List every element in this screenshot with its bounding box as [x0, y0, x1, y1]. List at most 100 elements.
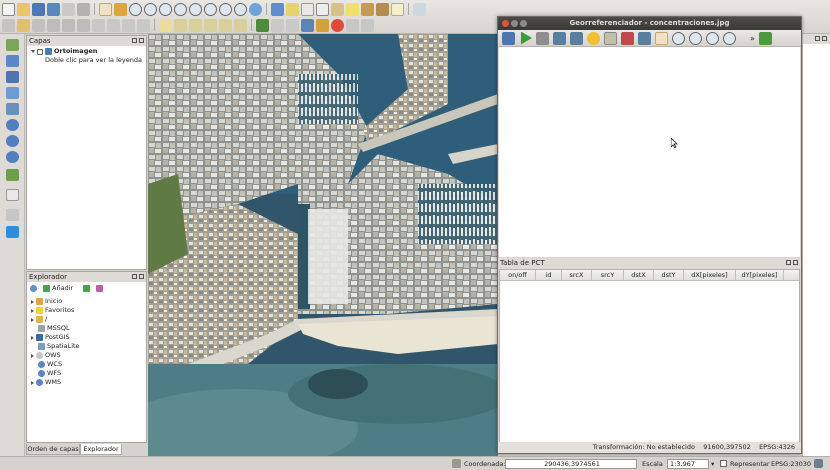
style-manager-icon[interactable] [286, 18, 299, 32]
expand-arrow-icon[interactable] [31, 317, 34, 322]
tab-browser[interactable]: Explorador [80, 444, 122, 455]
zoom-actual-size-icon[interactable] [159, 2, 172, 16]
python-console-icon[interactable] [256, 18, 269, 32]
col-header-onoff[interactable]: on/off [500, 270, 536, 280]
gcp-table[interactable]: on/off id srcX srcY dstX dstY dX[pixeles… [499, 269, 800, 451]
pin-labels-icon[interactable] [174, 18, 187, 32]
print-composer-icon[interactable] [62, 2, 75, 16]
browser-item-wcs[interactable]: WCS [38, 360, 62, 369]
float-panel-icon[interactable] [786, 260, 791, 265]
open-project-icon[interactable] [17, 2, 30, 16]
save-edits-icon[interactable] [32, 18, 45, 32]
close-panel-icon[interactable] [139, 38, 144, 43]
zoom-to-selection-icon[interactable] [189, 2, 202, 16]
add-wms-layer-icon[interactable] [6, 119, 19, 131]
render-checkbox[interactable] [720, 460, 727, 467]
add-button-label[interactable]: Añadir [52, 284, 73, 293]
maximize-window-icon[interactable] [520, 20, 527, 27]
gps-tools-icon[interactable] [6, 226, 19, 238]
link-georeferencer-icon[interactable] [758, 31, 772, 45]
add-point-icon[interactable] [604, 31, 617, 45]
zoom-last-icon[interactable] [219, 2, 232, 16]
show-hide-labels-icon[interactable] [189, 18, 202, 32]
layer-checkbox[interactable] [37, 48, 43, 55]
tab-layer-order[interactable]: Orden de capas [26, 444, 80, 455]
pan-hand-icon[interactable] [655, 31, 668, 45]
pan-hand-icon[interactable] [99, 2, 112, 16]
layer-item-ortoimagen[interactable]: Ortoimagen [31, 47, 97, 56]
layer-legend-hint[interactable]: Doble clic para ver la leyenda [45, 56, 142, 65]
pan-to-selection-icon[interactable] [114, 2, 127, 16]
scale-dropdown-icon[interactable]: ▾ [711, 459, 714, 469]
plugin-icon[interactable] [271, 18, 284, 32]
zoom-in-icon[interactable] [672, 31, 685, 45]
open-raster-icon[interactable] [502, 31, 515, 45]
col-header-dx-pixels[interactable]: dX[pixeles] [684, 270, 736, 280]
close-panel-icon[interactable] [793, 260, 798, 265]
georeferencer-title-bar[interactable]: Georreferenciador - concentraciones.jpg [498, 17, 801, 30]
add-selected-icon[interactable] [43, 285, 50, 292]
col-header-id[interactable]: id [536, 270, 562, 280]
zoom-next-icon[interactable] [234, 2, 247, 16]
zoom-last-icon[interactable] [723, 31, 736, 45]
move-feature-icon[interactable] [62, 18, 75, 32]
new-project-icon[interactable] [2, 2, 15, 16]
map-canvas[interactable] [148, 34, 498, 456]
save-project-icon[interactable] [32, 2, 45, 16]
add-raster-layer-icon[interactable] [6, 55, 19, 67]
save-gcp-points-icon[interactable] [570, 31, 583, 45]
delete-selected-icon[interactable] [92, 18, 105, 32]
zoom-out-icon[interactable] [689, 31, 702, 45]
add-feature-icon[interactable] [47, 18, 60, 32]
deselect-icon[interactable] [301, 2, 314, 16]
save-as-icon[interactable] [47, 2, 60, 16]
measure-line-icon[interactable] [331, 2, 344, 16]
paste-features-icon[interactable] [137, 18, 150, 32]
add-delimited-text-icon[interactable] [6, 169, 19, 181]
zoom-to-layer-icon[interactable] [204, 2, 217, 16]
zoom-out-icon[interactable] [144, 2, 157, 16]
new-bookmark-icon[interactable] [361, 2, 374, 16]
start-georeferencing-icon[interactable] [520, 31, 532, 45]
georef-crs[interactable]: EPSG:4326 [759, 443, 795, 451]
current-edits-icon[interactable] [2, 18, 15, 32]
move-gcp-point-icon[interactable] [638, 31, 651, 45]
browser-item-root[interactable]: / [31, 315, 47, 324]
browser-item-mssql[interactable]: MSSQL [38, 324, 70, 333]
text-annotation-icon[interactable] [391, 2, 404, 16]
open-street-map-icon[interactable] [331, 18, 344, 32]
col-header-dstx[interactable]: dstX [624, 270, 654, 280]
close-window-icon[interactable] [502, 20, 509, 27]
select-features-icon[interactable] [286, 2, 299, 16]
browser-item-favorites[interactable]: Favoritos [31, 306, 74, 315]
map-tips-icon[interactable] [346, 2, 359, 16]
expand-arrow-icon[interactable] [31, 299, 34, 304]
copy-features-icon[interactable] [122, 18, 135, 32]
node-tool-icon[interactable] [77, 18, 90, 32]
browser-item-ows[interactable]: OWS [31, 351, 61, 360]
cut-features-icon[interactable] [107, 18, 120, 32]
load-gcp-points-icon[interactable] [553, 31, 566, 45]
browser-item-postgis[interactable]: PostGIS [31, 333, 70, 342]
add-wfs-layer-icon[interactable] [6, 151, 19, 163]
scale-field[interactable]: 1:3.967 [667, 459, 709, 469]
minimize-window-icon[interactable] [511, 20, 518, 27]
zoom-in-icon[interactable] [129, 2, 142, 16]
col-header-dsty[interactable]: dstY [654, 270, 684, 280]
change-label-icon[interactable] [234, 18, 247, 32]
close-panel-icon[interactable] [822, 36, 827, 41]
metasearch-icon[interactable] [361, 18, 374, 32]
float-panel-icon[interactable] [132, 274, 137, 279]
float-panel-icon[interactable] [815, 36, 820, 41]
col-header-srcy[interactable]: srcY [592, 270, 624, 280]
refresh-icon[interactable] [249, 2, 262, 16]
georeferencer-canvas[interactable] [499, 47, 800, 257]
expand-arrow-icon[interactable] [31, 335, 34, 340]
help-whats-this-icon[interactable] [413, 2, 426, 16]
raster-calculator-icon[interactable] [346, 18, 359, 32]
close-panel-icon[interactable] [139, 274, 144, 279]
filter-icon[interactable] [83, 285, 91, 292]
browser-item-wfs[interactable]: WFS [38, 369, 61, 378]
add-postgis-layer-icon[interactable] [6, 71, 19, 83]
georeferencer-icon[interactable] [301, 18, 314, 32]
